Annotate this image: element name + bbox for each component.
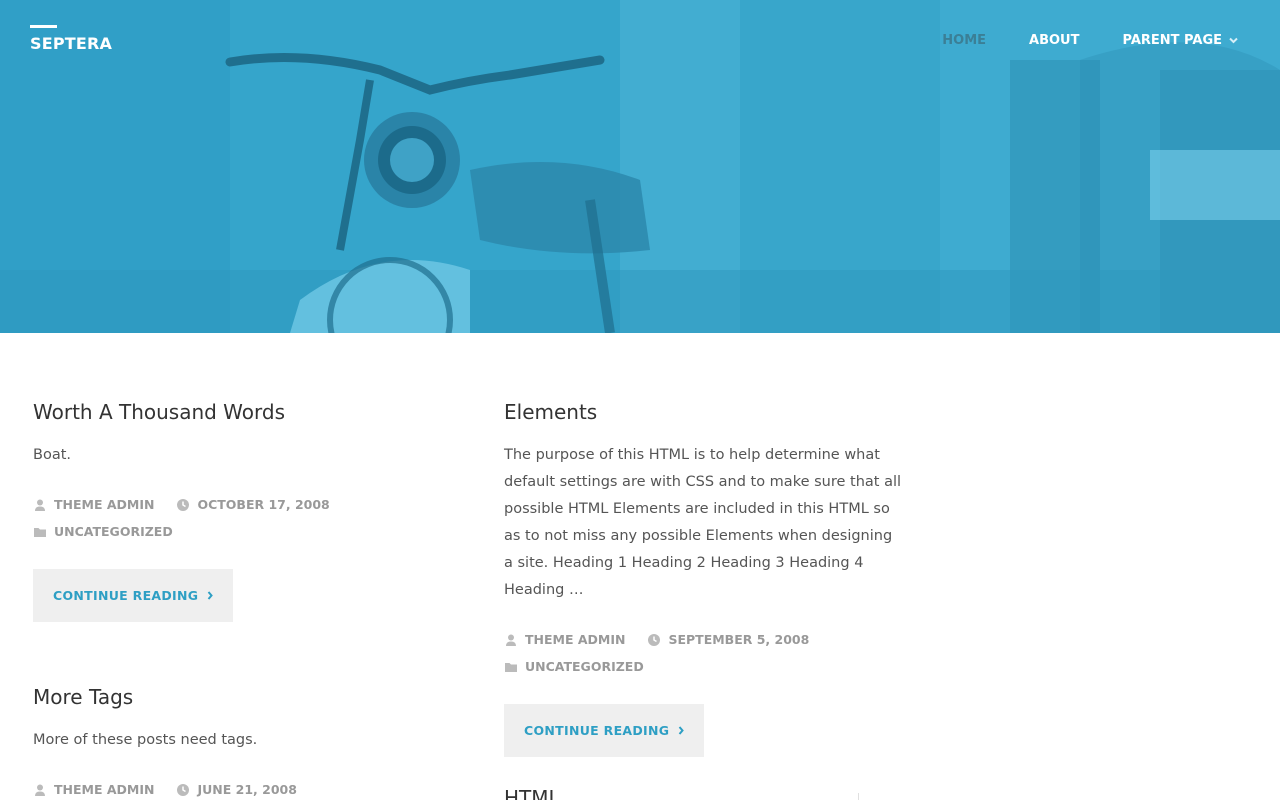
post-meta: THEME ADMIN OCTOBER 17, 2008 UNCATEGORIZ… xyxy=(33,491,453,545)
clock-icon xyxy=(647,633,661,647)
site-title[interactable]: SEPTERA xyxy=(30,34,112,53)
user-icon xyxy=(33,498,47,512)
post-date[interactable]: SEPTEMBER 5, 2008 xyxy=(647,632,809,647)
continue-reading-button[interactable]: CONTINUE READING xyxy=(33,569,234,622)
nav-item-label: PARENT PAGE xyxy=(1122,33,1222,48)
nav-item-home[interactable]: HOME xyxy=(942,33,986,48)
post-date-label: SEPTEMBER 5, 2008 xyxy=(668,632,810,647)
continue-reading-button[interactable]: CONTINUE READING xyxy=(504,704,705,757)
post-author-label: THEME ADMIN xyxy=(525,632,626,647)
post-title[interactable]: Worth A Thousand Words xyxy=(33,400,453,424)
hero-image xyxy=(0,0,1280,333)
post-category-label: UNCATEGORIZED xyxy=(525,659,644,674)
nav-item-label: HOME xyxy=(942,33,987,48)
hero-header: SEPTERA HOME ABOUT PARENT PAGE xyxy=(0,0,1280,333)
continue-reading-label: CONTINUE READING xyxy=(524,723,670,738)
meta-line: UNCATEGORIZED xyxy=(33,518,453,545)
post-card: Worth A Thousand Words Boat. THEME ADMIN… xyxy=(33,400,453,622)
meta-line: THEME ADMIN OCTOBER 17, 2008 xyxy=(33,491,453,518)
post-date[interactable]: OCTOBER 17, 2008 xyxy=(176,497,330,512)
post-divider xyxy=(858,793,859,800)
post-excerpt: The purpose of this HTML is to help dete… xyxy=(504,447,902,598)
post-author-label: THEME ADMIN xyxy=(54,497,155,512)
nav-item-label: ABOUT xyxy=(1029,33,1080,48)
site-logo[interactable]: SEPTERA xyxy=(30,25,112,53)
nav-item-about[interactable]: ABOUT xyxy=(1029,33,1079,48)
post-title[interactable]: More Tags xyxy=(33,685,453,709)
post-category-label: UNCATEGORIZED xyxy=(54,524,173,539)
chevron-right-icon xyxy=(207,591,214,600)
post-title[interactable]: HTML xyxy=(504,786,844,800)
meta-line: THEME ADMIN JUNE 21, 2008 xyxy=(33,776,453,800)
post-meta: THEME ADMIN SEPTEMBER 5, 2008 UNCATEGORI… xyxy=(504,626,904,680)
meta-line: THEME ADMIN SEPTEMBER 5, 2008 xyxy=(504,626,904,653)
meta-line: UNCATEGORIZED xyxy=(504,653,904,680)
post-excerpt: More of these posts need tags. xyxy=(33,732,258,748)
logo-bar xyxy=(30,25,57,28)
main-nav: HOME ABOUT PARENT PAGE xyxy=(899,33,1238,48)
post-category[interactable]: UNCATEGORIZED xyxy=(504,659,644,674)
post-title[interactable]: Elements xyxy=(504,400,904,424)
post-meta: THEME ADMIN JUNE 21, 2008 xyxy=(33,776,453,800)
post-date-label: OCTOBER 17, 2008 xyxy=(197,497,330,512)
post-category[interactable]: UNCATEGORIZED xyxy=(33,524,173,539)
continue-reading-label: CONTINUE READING xyxy=(53,588,199,603)
chevron-right-icon xyxy=(678,726,685,735)
post-excerpt: Boat. xyxy=(33,447,71,463)
post-card: More Tags More of these posts need tags.… xyxy=(33,685,453,800)
post-card: Elements The purpose of this HTML is to … xyxy=(504,400,904,757)
user-icon xyxy=(33,783,47,797)
chevron-down-icon xyxy=(1229,37,1238,44)
post-date[interactable]: JUNE 21, 2008 xyxy=(176,782,297,797)
folder-icon xyxy=(33,525,47,539)
post-author[interactable]: THEME ADMIN xyxy=(504,632,625,647)
post-author-label: THEME ADMIN xyxy=(54,782,155,797)
post-author[interactable]: THEME ADMIN xyxy=(33,782,154,797)
clock-icon xyxy=(176,498,190,512)
user-icon xyxy=(504,633,518,647)
post-card: HTML xyxy=(504,786,844,800)
nav-item-parent-page[interactable]: PARENT PAGE xyxy=(1122,33,1238,48)
post-date-label: JUNE 21, 2008 xyxy=(197,782,297,797)
clock-icon xyxy=(176,783,190,797)
post-author[interactable]: THEME ADMIN xyxy=(33,497,154,512)
folder-icon xyxy=(504,660,518,674)
